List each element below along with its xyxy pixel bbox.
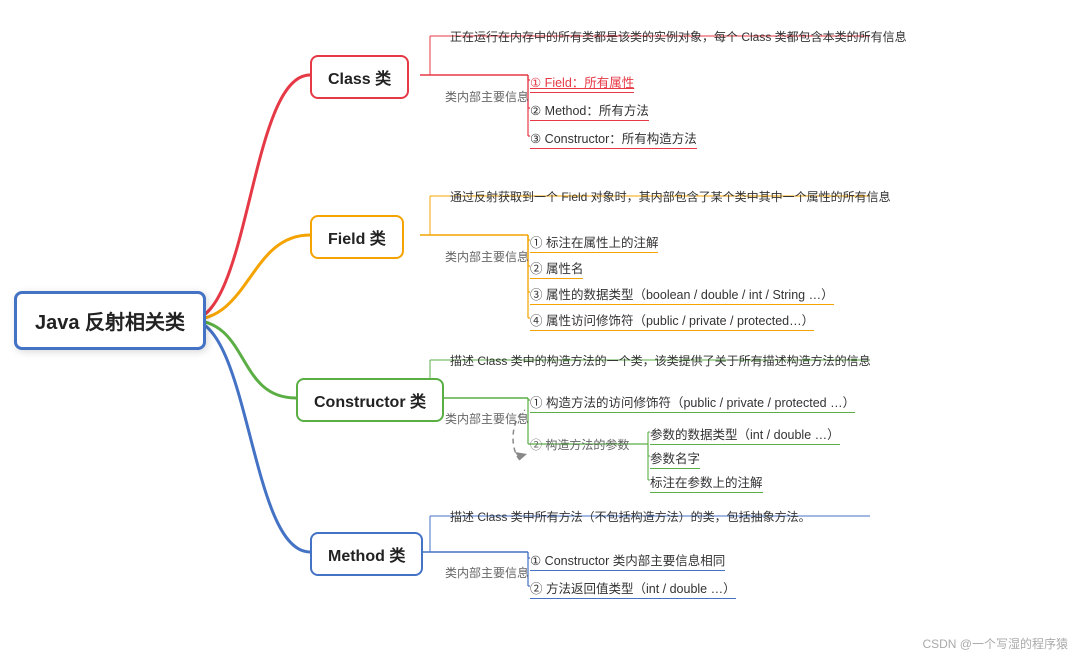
- item-constructor-3: 标注在参数上的注解: [650, 472, 763, 493]
- item-constructor-1: 参数的数据类型（int / double …）: [650, 424, 840, 445]
- branch-label-method: Method 类: [310, 532, 423, 576]
- branch-node-field: Field 类: [310, 215, 404, 259]
- item-class-2: ③ Constructor：所有构造方法: [530, 128, 697, 149]
- branch-node-method: Method 类: [310, 532, 423, 576]
- main-node-label: Java 反射相关类: [14, 291, 206, 350]
- branch-label-field: Field 类: [310, 215, 404, 259]
- item-method-0: ① Constructor 类内部主要信息相同: [530, 550, 725, 571]
- item-field-1: ② 属性名: [530, 258, 583, 279]
- item-field-3: ④ 属性访问修饰符（public / private / protected…）: [530, 310, 814, 331]
- internal-label-class: 类内部主要信息: [445, 88, 529, 105]
- internal-label-field: 类内部主要信息: [445, 248, 529, 265]
- top-text-method: 描述 Class 类中所有方法（不包括构造方法）的类，包括抽象方法。: [450, 508, 811, 525]
- item-constructor-0: ① 构造方法的访问修饰符（public / private / protecte…: [530, 392, 855, 413]
- top-text-field: 通过反射获取到一个 Field 对象时，其内部包含了某个类中其中一个属性的所有信…: [450, 188, 891, 205]
- branch-label-constructor: Constructor 类: [296, 378, 444, 422]
- main-node: Java 反射相关类: [30, 290, 190, 350]
- sub-branch-constructor: ② 构造方法的参数: [530, 436, 629, 453]
- item-constructor-2: 参数名字: [650, 448, 700, 469]
- item-method-1: ② 方法返回值类型（int / double …）: [530, 578, 736, 599]
- branch-node-constructor: Constructor 类: [296, 378, 444, 422]
- item-class-0: ① Field：所有属性: [530, 72, 634, 93]
- item-class-1: ② Method：所有方法: [530, 100, 649, 121]
- top-text-constructor: 描述 Class 类中的构造方法的一个类，该类提供了关于所有描述构造方法的信息: [450, 352, 871, 369]
- watermark: CSDN @一个写湿的程序猿: [922, 635, 1068, 652]
- item-field-0: ① 标注在属性上的注解: [530, 232, 658, 253]
- item-field-2: ③ 属性的数据类型（boolean / double / int / Strin…: [530, 284, 834, 305]
- branch-label-class: Class 类: [310, 55, 409, 99]
- internal-label-constructor: 类内部主要信息: [445, 410, 529, 427]
- top-text-class: 正在运行在内存中的所有类都是该类的实例对象，每个 Class 类都包含本类的所有…: [450, 28, 907, 45]
- branch-node-class: Class 类: [310, 55, 409, 99]
- internal-label-method: 类内部主要信息: [445, 564, 529, 581]
- mind-map-canvas: Java 反射相关类 Class 类 正在运行在内存中的所有类都是该类的实例对象，每…: [0, 0, 1080, 660]
